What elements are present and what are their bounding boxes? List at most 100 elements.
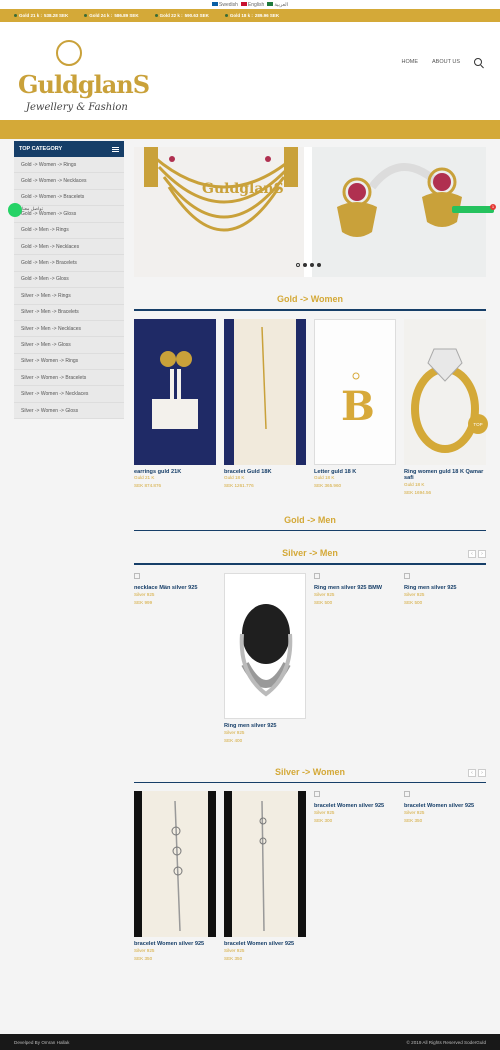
product-image[interactable]: B bbox=[314, 318, 396, 465]
nav-about[interactable]: ABOUT US bbox=[432, 59, 460, 65]
sidebar-item[interactable]: Silver -> Women -> Rings bbox=[14, 354, 124, 371]
product-title[interactable]: Ring men silver 925 bbox=[224, 723, 306, 730]
sidebar-item[interactable]: Gold -> Men -> Bracelets bbox=[14, 255, 124, 272]
product-price: SEK 874.876 bbox=[134, 483, 162, 489]
sidebar-item[interactable]: Gold -> Men -> Gloss bbox=[14, 272, 124, 289]
whatsapp-label[interactable]: تواصل معنا bbox=[22, 206, 43, 212]
next-arrow-icon[interactable]: › bbox=[478, 550, 486, 559]
lang-english[interactable]: English bbox=[240, 2, 264, 8]
product-meta: Silver 925 bbox=[224, 729, 245, 735]
product-title[interactable]: bracelet Women silver 925 bbox=[134, 941, 216, 948]
footer-copyright: © 2019 All Rights Reserved SoderGuld bbox=[406, 1039, 486, 1045]
product-card[interactable]: Ring women guld 18 K Qamar safi Guld 18 … bbox=[404, 318, 486, 495]
lang-arabic[interactable]: العربية bbox=[267, 2, 288, 8]
logo-mark-icon bbox=[56, 40, 82, 66]
product-image[interactable] bbox=[134, 318, 216, 465]
product-title[interactable]: bracelet Women silver 925 bbox=[404, 803, 486, 810]
product-card[interactable]: bracelet Women silver 925 Silver 925 SEK… bbox=[404, 791, 486, 961]
product-card[interactable]: bracelet Women silver 925 Silver 925 SEK… bbox=[224, 791, 306, 961]
notification-badge[interactable]: 1 bbox=[452, 204, 496, 213]
next-arrow-icon[interactable]: › bbox=[478, 768, 486, 777]
sidebar-item[interactable]: Gold -> Men -> Necklaces bbox=[14, 239, 124, 256]
sidebar-item[interactable]: Silver -> Men -> Rings bbox=[14, 288, 124, 305]
product-image[interactable] bbox=[134, 791, 216, 938]
slider-dot[interactable] bbox=[310, 263, 314, 267]
sidebar-item[interactable]: Silver -> Men -> Gloss bbox=[14, 337, 124, 354]
product-meta: Silver 925 bbox=[314, 809, 335, 815]
product-price: SEK 1261.776 bbox=[224, 483, 254, 489]
slider-dot[interactable] bbox=[303, 263, 307, 267]
menu-icon[interactable] bbox=[112, 146, 119, 152]
product-card[interactable]: earrings guld 21K Guld 21 K SEK 874.876 bbox=[134, 318, 216, 495]
prev-arrow-icon[interactable]: ‹ bbox=[468, 768, 476, 777]
sidebar-item[interactable]: Silver -> Women -> Bracelets bbox=[14, 370, 124, 387]
section-divider bbox=[134, 309, 486, 311]
language-bar: Swedish English العربية bbox=[0, 0, 500, 9]
sidebar-item[interactable]: Silver -> Men -> Bracelets bbox=[14, 305, 124, 321]
sidebar-item[interactable]: Gold -> Women -> Rings bbox=[14, 157, 124, 174]
product-image[interactable] bbox=[224, 791, 306, 938]
price-ticker: Gold 21 k : 538.28 SEK Gold 24 k : 586.8… bbox=[0, 9, 500, 22]
product-title[interactable]: Ring women guld 18 K Qamar safi bbox=[404, 469, 486, 482]
product-grid: bracelet Women silver 925 Silver 925 SEK… bbox=[134, 791, 486, 961]
product-card[interactable]: B Letter guld 18 K Guld 18 K SEK 365.960 bbox=[314, 318, 396, 495]
product-title[interactable]: Ring men silver 925 bbox=[404, 585, 486, 592]
product-title[interactable]: necklace Män silver 925 bbox=[134, 585, 216, 592]
back-to-top-button[interactable]: TOP bbox=[468, 414, 488, 434]
slider-dot[interactable] bbox=[317, 263, 321, 267]
footer-credit[interactable]: Develped By Omran Hallak bbox=[14, 1040, 69, 1045]
ticker-item: Gold 24 k : 586.89 SEK bbox=[84, 13, 139, 18]
product-card[interactable]: bracelet Women silver 925 Silver 925 SEK… bbox=[134, 791, 216, 961]
sidebar-item[interactable]: Gold -> Men -> Rings bbox=[14, 223, 124, 239]
product-title[interactable]: bracelet Women silver 925 bbox=[314, 803, 396, 810]
search-icon[interactable] bbox=[474, 58, 482, 66]
product-card[interactable]: bracelet Guld 18K Guld 18 K SEK 1261.776 bbox=[224, 318, 306, 495]
section-divider bbox=[134, 529, 486, 532]
product-title[interactable]: Letter guld 18 K bbox=[314, 469, 396, 476]
product-price: SEK 300 bbox=[314, 817, 333, 823]
product-card[interactable]: Ring men silver 925 Silver 925 SEK 500 bbox=[404, 572, 486, 743]
product-meta: Silver 925 bbox=[134, 947, 155, 953]
product-card[interactable]: Ring men silver 925 BMW Silver 925 SEK 5… bbox=[314, 572, 396, 743]
broken-image-icon[interactable] bbox=[404, 572, 410, 579]
product-price: SEK 1694.56 bbox=[404, 489, 432, 495]
product-meta: Guld 18 K bbox=[314, 475, 335, 481]
product-image[interactable] bbox=[224, 318, 306, 465]
broken-image-icon[interactable] bbox=[314, 572, 320, 579]
product-image[interactable] bbox=[404, 318, 486, 465]
sidebar-item[interactable]: Silver -> Men -> Necklaces bbox=[14, 321, 124, 338]
svg-text:B: B bbox=[341, 383, 375, 430]
nav-home[interactable]: HOME bbox=[401, 59, 418, 65]
sidebar-item[interactable]: Silver -> Women -> Gloss bbox=[14, 403, 124, 420]
product-card[interactable]: bracelet Women silver 925 Silver 925 SEK… bbox=[314, 791, 396, 961]
product-title[interactable]: bracelet Women silver 925 bbox=[224, 941, 306, 948]
sidebar-title: TOP CATEGORY bbox=[19, 146, 63, 152]
product-meta: Guld 18 K bbox=[224, 475, 245, 481]
product-grid: necklace Män silver 925 Silver 925 SEK 9… bbox=[134, 572, 486, 743]
broken-image-icon[interactable] bbox=[314, 791, 320, 798]
sidebar-item[interactable]: Silver -> Women -> Necklaces bbox=[14, 386, 124, 403]
prev-arrow-icon[interactable]: ‹ bbox=[468, 550, 476, 559]
product-image[interactable] bbox=[224, 572, 306, 719]
whatsapp-icon[interactable] bbox=[8, 203, 22, 217]
sidebar-item[interactable]: Gold -> Women -> Necklaces bbox=[14, 173, 124, 190]
broken-image-icon[interactable] bbox=[404, 791, 410, 798]
slider-dot[interactable] bbox=[296, 263, 300, 267]
product-title[interactable]: Ring men silver 925 BMW bbox=[314, 585, 396, 592]
lang-swedish[interactable]: Swedish bbox=[212, 2, 238, 8]
product-card[interactable]: Ring men silver 925 Silver 925 SEK 400 bbox=[224, 572, 306, 743]
product-card[interactable]: necklace Män silver 925 Silver 925 SEK 9… bbox=[134, 572, 216, 743]
product-meta: Silver 925 bbox=[404, 591, 425, 597]
product-price: SEK 350 bbox=[404, 817, 423, 823]
product-title[interactable]: earrings guld 21K bbox=[134, 469, 216, 476]
hero-slider[interactable]: GuldglanS bbox=[134, 147, 486, 277]
brand-tagline: Jewellery & Fashion bbox=[26, 102, 128, 113]
section-divider: ‹ › bbox=[134, 768, 486, 784]
product-title[interactable]: bracelet Guld 18K bbox=[224, 469, 306, 476]
slide-necklace-image: GuldglanS bbox=[134, 147, 304, 277]
section-title: Silver -> Women bbox=[274, 766, 346, 777]
sidebar-item[interactable]: Gold -> Women -> Bracelets bbox=[14, 190, 124, 207]
ticker-item: Gold 21 k : 538.28 SEK bbox=[14, 13, 68, 18]
broken-image-icon[interactable] bbox=[134, 572, 140, 579]
brand-logo[interactable]: GuldglanS Jewellery & Fashion bbox=[18, 40, 150, 120]
